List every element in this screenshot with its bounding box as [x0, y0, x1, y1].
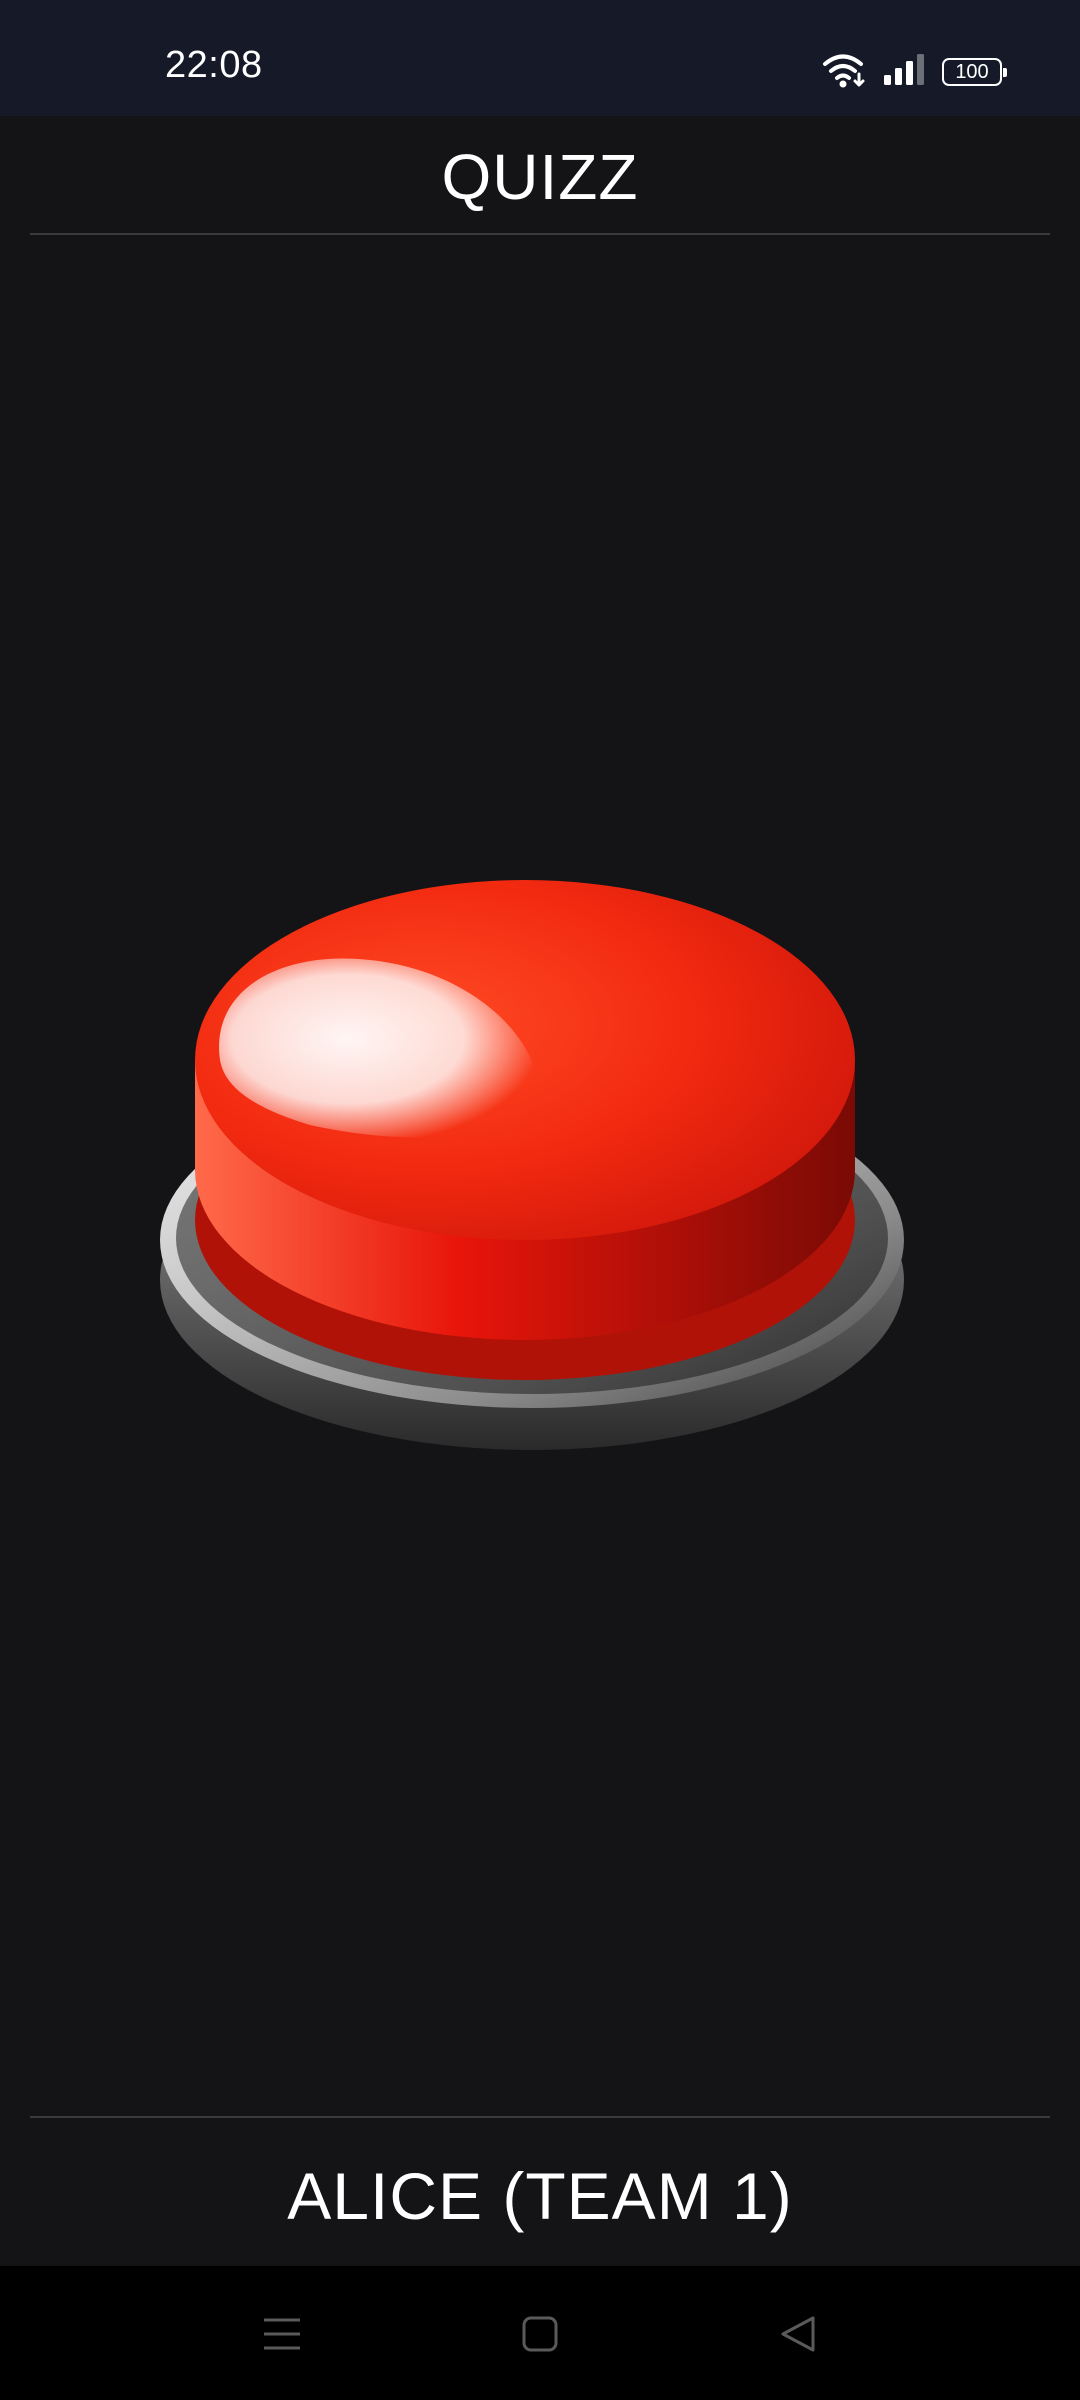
menu-button[interactable] [242, 2296, 322, 2376]
back-button[interactable] [758, 2296, 838, 2376]
header-divider [30, 233, 1050, 235]
buzzer-button[interactable] [150, 840, 930, 1520]
battery-level: 100 [955, 61, 989, 83]
page-title: QUIZZ [441, 141, 639, 213]
quiz-screen: 22:08 100 QUIZZ ALICE (TEAM 1) [0, 0, 1080, 2400]
home-icon [521, 2315, 559, 2358]
battery-icon: 100 [942, 58, 1007, 86]
back-icon [779, 2314, 817, 2359]
navigation-bar [0, 2266, 1080, 2400]
signal-icon [882, 53, 926, 92]
wifi-icon [822, 52, 866, 93]
status-icons: 100 [822, 52, 1007, 93]
menu-icon [262, 2316, 302, 2357]
footer-divider [30, 2116, 1050, 2118]
player-name: ALICE (TEAM 1) [287, 2159, 793, 2233]
red-buzzer-icon [160, 880, 904, 1450]
home-button[interactable] [500, 2296, 580, 2376]
status-time: 22:08 [165, 44, 263, 86]
status-bar: 22:08 100 [0, 0, 1080, 116]
